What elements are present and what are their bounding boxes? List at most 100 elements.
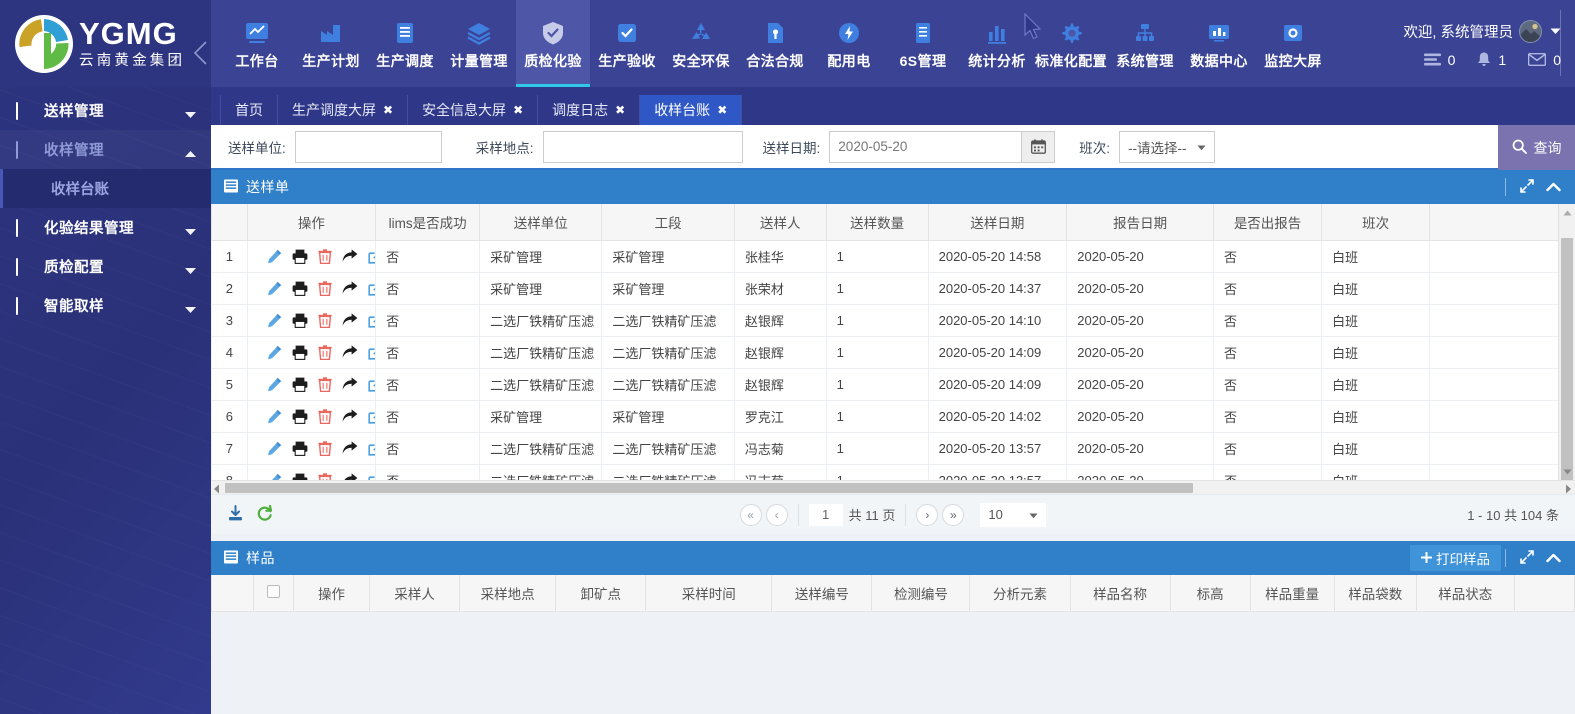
scroll-up-arrow-icon[interactable] — [1559, 204, 1575, 221]
notifications-stat[interactable]: 1 — [1477, 52, 1506, 68]
table-row[interactable]: 5否二选厂铁精矿压滤二选厂铁精矿压滤赵银辉12020-05-20 14:0920… — [212, 368, 1575, 400]
nav-item-xitong-guanli[interactable]: 系统管理 — [1108, 0, 1182, 87]
nav-item-biaozhunhua-peizhi[interactable]: 标准化配置 — [1034, 0, 1108, 87]
sidebar-item-zhineng-quyang[interactable]: 智能取样 — [0, 286, 211, 325]
table-row[interactable]: 4否二选厂铁精矿压滤二选厂铁精矿压滤赵银辉12020-05-20 14:0920… — [212, 336, 1575, 368]
delete-trash-icon[interactable] — [318, 377, 332, 392]
print-icon[interactable] — [292, 281, 308, 296]
refresh-icon[interactable] — [256, 505, 273, 525]
messages-stat[interactable]: 0 — [1528, 52, 1561, 68]
print-sample-button[interactable]: 打印样品 — [1410, 545, 1501, 571]
chevron-up-icon[interactable] — [1546, 180, 1561, 195]
sidebar-item-shouyang-taizhang[interactable]: 收样台账 — [0, 169, 211, 208]
sidebar-item-huayan-jieguo-guanli[interactable]: 化验结果管理 — [0, 208, 211, 247]
external-link-icon[interactable] — [368, 249, 376, 264]
sidebar-item-songyang-guanli[interactable]: 送样管理 — [0, 91, 211, 130]
edit-pencil-icon[interactable] — [267, 249, 282, 264]
double-chevron-left-icon[interactable]: « — [740, 504, 762, 526]
external-link-icon[interactable] — [368, 441, 376, 456]
nav-item-peiyongdian[interactable]: 配用电 — [812, 0, 886, 87]
external-link-icon[interactable] — [368, 281, 376, 296]
vertical-scrollbar[interactable] — [1558, 204, 1575, 480]
external-link-icon[interactable] — [368, 377, 376, 392]
nav-item-gongzuotai[interactable]: 工作台 — [220, 0, 294, 87]
edit-pencil-icon[interactable] — [267, 345, 282, 360]
tab-shengchan-diaodu-daping[interactable]: 生产调度大屏 ✖ — [278, 95, 408, 125]
print-icon[interactable] — [292, 441, 308, 456]
tab-diaodu-rizhi[interactable]: 调度日志 ✖ — [538, 95, 640, 125]
nav-item-shengchan-diaodu[interactable]: 生产调度 — [368, 0, 442, 87]
nav-item-jiliang-guanli[interactable]: 计量管理 — [442, 0, 516, 87]
external-link-icon[interactable] — [368, 313, 376, 328]
close-icon[interactable]: ✖ — [513, 103, 523, 117]
nav-item-zhijian-huayan[interactable]: 质检化验 — [516, 0, 590, 87]
search-button[interactable]: 查询 — [1498, 125, 1575, 170]
collapse-left-icon[interactable] — [193, 40, 209, 66]
chevron-up-icon[interactable] — [1546, 551, 1561, 566]
external-link-icon[interactable] — [368, 409, 376, 424]
table-row[interactable]: 6否采矿管理采矿管理罗克江12020-05-20 14:022020-05-20… — [212, 400, 1575, 432]
nav-item-shuju-zhongxin[interactable]: 数据中心 — [1182, 0, 1256, 87]
forward-arrow-icon[interactable] — [342, 281, 358, 295]
nav-item-shengchan-jihua[interactable]: 生产计划 — [294, 0, 368, 87]
nav-item-shengchan-yanshou[interactable]: 生产验收 — [590, 0, 664, 87]
double-chevron-right-icon[interactable]: » — [942, 504, 964, 526]
page-number-input[interactable] — [809, 504, 843, 526]
edit-pencil-icon[interactable] — [267, 377, 282, 392]
table-row[interactable]: 7否二选厂铁精矿压滤二选厂铁精矿压滤冯志菊12020-05-20 13:5720… — [212, 432, 1575, 464]
delete-trash-icon[interactable] — [318, 441, 332, 456]
unit-filter-input[interactable] — [295, 131, 442, 163]
col-select-all[interactable] — [254, 575, 294, 611]
table-row[interactable]: 1否采矿管理采矿管理张桂华12020-05-20 14:582020-05-20… — [212, 240, 1575, 272]
select-all-checkbox[interactable] — [267, 585, 280, 598]
edit-pencil-icon[interactable] — [267, 281, 282, 296]
date-filter-input[interactable] — [829, 131, 1021, 163]
sidebar-item-shouyang-guanli[interactable]: 收样管理 — [0, 130, 211, 169]
edit-pencil-icon[interactable] — [267, 409, 282, 424]
delete-trash-icon[interactable] — [318, 313, 332, 328]
forward-arrow-icon[interactable] — [342, 345, 358, 359]
forward-arrow-icon[interactable] — [342, 441, 358, 455]
horizontal-scrollbar-thumb[interactable] — [225, 483, 1193, 493]
expand-icon[interactable] — [1520, 179, 1534, 196]
edit-pencil-icon[interactable] — [267, 313, 282, 328]
table-row[interactable]: 3否二选厂铁精矿压滤二选厂铁精矿压滤赵银辉12020-05-20 14:1020… — [212, 304, 1575, 336]
chevron-left-icon[interactable]: ‹ — [766, 504, 788, 526]
nav-item-anquan-huanbao[interactable]: 安全环保 — [664, 0, 738, 87]
tasks-stat[interactable]: 0 — [1424, 52, 1456, 68]
vertical-scrollbar-thumb[interactable] — [1561, 238, 1573, 486]
scroll-down-arrow-icon[interactable] — [1559, 463, 1575, 480]
print-icon[interactable] — [292, 377, 308, 392]
forward-arrow-icon[interactable] — [342, 377, 358, 391]
nav-item-jiankong-daping[interactable]: 监控大屏 — [1256, 0, 1330, 87]
forward-arrow-icon[interactable] — [342, 249, 358, 263]
close-icon[interactable]: ✖ — [615, 103, 625, 117]
edit-pencil-icon[interactable] — [267, 441, 282, 456]
shift-filter-select[interactable]: --请选择-- — [1119, 131, 1215, 163]
close-icon[interactable]: ✖ — [717, 103, 727, 117]
nav-item-hefa-hegui[interactable]: 合法合规 — [738, 0, 812, 87]
close-icon[interactable]: ✖ — [383, 103, 393, 117]
sidebar-item-zhijian-peizhi[interactable]: 质检配置 — [0, 247, 211, 286]
expand-icon[interactable] — [1520, 550, 1534, 567]
delete-trash-icon[interactable] — [318, 249, 332, 264]
table-row[interactable]: 2否采矿管理采矿管理张荣材12020-05-20 14:372020-05-20… — [212, 272, 1575, 304]
avatar[interactable] — [1519, 20, 1542, 43]
tab-shouye[interactable]: 首页 — [220, 95, 278, 125]
delete-trash-icon[interactable] — [318, 345, 332, 360]
tab-shouyang-taizhang[interactable]: 收样台账 ✖ — [640, 95, 742, 125]
forward-arrow-icon[interactable] — [342, 313, 358, 327]
external-link-icon[interactable] — [368, 345, 376, 360]
print-icon[interactable] — [292, 249, 308, 264]
page-size-select[interactable]: 10 — [980, 503, 1046, 527]
brand-logo[interactable]: YGMG 云南黄金集团 — [0, 0, 211, 87]
forward-arrow-icon[interactable] — [342, 409, 358, 423]
tab-anquan-xinxi-daping[interactable]: 安全信息大屏 ✖ — [408, 95, 538, 125]
export-download-icon[interactable] — [227, 505, 244, 525]
calendar-icon[interactable] — [1021, 131, 1055, 163]
chevron-right-icon[interactable]: › — [916, 504, 938, 526]
delete-trash-icon[interactable] — [318, 409, 332, 424]
print-icon[interactable] — [292, 345, 308, 360]
location-filter-input[interactable] — [543, 131, 743, 163]
print-icon[interactable] — [292, 313, 308, 328]
